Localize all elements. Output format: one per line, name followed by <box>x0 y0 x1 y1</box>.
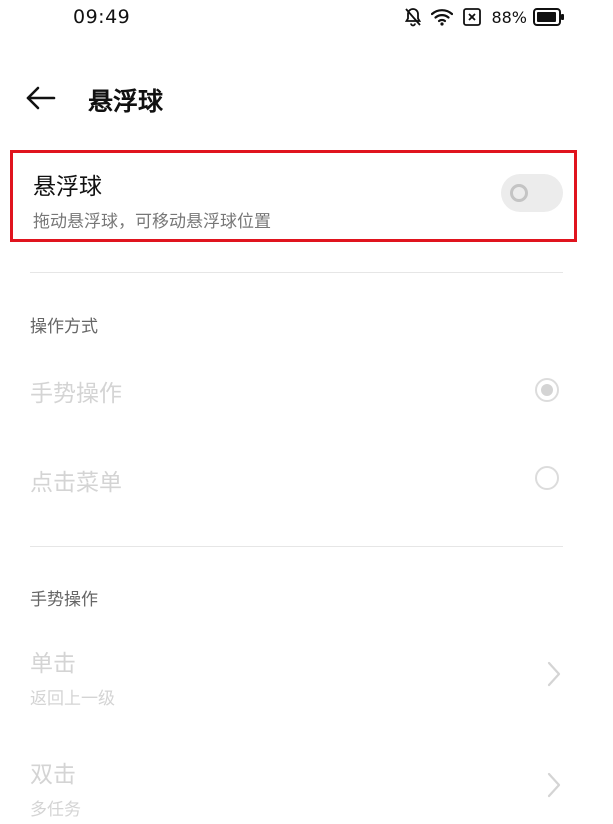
float-ball-setting-row[interactable]: 悬浮球 拖动悬浮球，可移动悬浮球位置 <box>10 150 577 242</box>
float-ball-subtitle: 拖动悬浮球，可移动悬浮球位置 <box>33 212 271 232</box>
float-ball-title: 悬浮球 <box>33 174 102 200</box>
bell-muted-icon <box>405 8 422 27</box>
battery-percent: 88% <box>491 7 527 27</box>
option-gesture-label[interactable]: 手势操作 <box>30 374 122 408</box>
gesture-double-tap-sub: 多任务 <box>30 800 81 820</box>
gesture-double-tap-label[interactable]: 双击 <box>30 755 76 789</box>
status-icons: 88% <box>404 6 565 28</box>
option-menu-label[interactable]: 点击菜单 <box>30 463 122 497</box>
section-header-gesture-ops: 手势操作 <box>30 590 98 610</box>
float-ball-toggle[interactable] <box>501 174 563 212</box>
battery-icon <box>533 8 564 26</box>
chevron-right-icon[interactable] <box>546 660 562 688</box>
back-arrow-icon <box>26 86 56 110</box>
toggle-knob <box>510 184 528 202</box>
chevron-right-icon[interactable] <box>546 771 562 799</box>
no-sim-icon <box>463 8 482 26</box>
gesture-single-tap-label[interactable]: 单击 <box>30 644 76 678</box>
header: 悬浮球 <box>0 72 613 122</box>
status-time: 09:49 <box>73 6 131 28</box>
wifi-icon <box>431 9 454 26</box>
section-header-operation-mode: 操作方式 <box>30 317 98 337</box>
radio-selected-dot <box>541 384 553 396</box>
radio-menu[interactable] <box>535 466 559 490</box>
page-title: 悬浮球 <box>88 87 164 116</box>
gesture-single-tap-sub: 返回上一级 <box>30 689 115 709</box>
divider <box>30 272 563 273</box>
status-bar: 09:49 88% <box>0 0 613 36</box>
radio-gesture[interactable] <box>535 378 559 402</box>
divider <box>30 546 563 547</box>
back-button[interactable] <box>24 82 60 114</box>
